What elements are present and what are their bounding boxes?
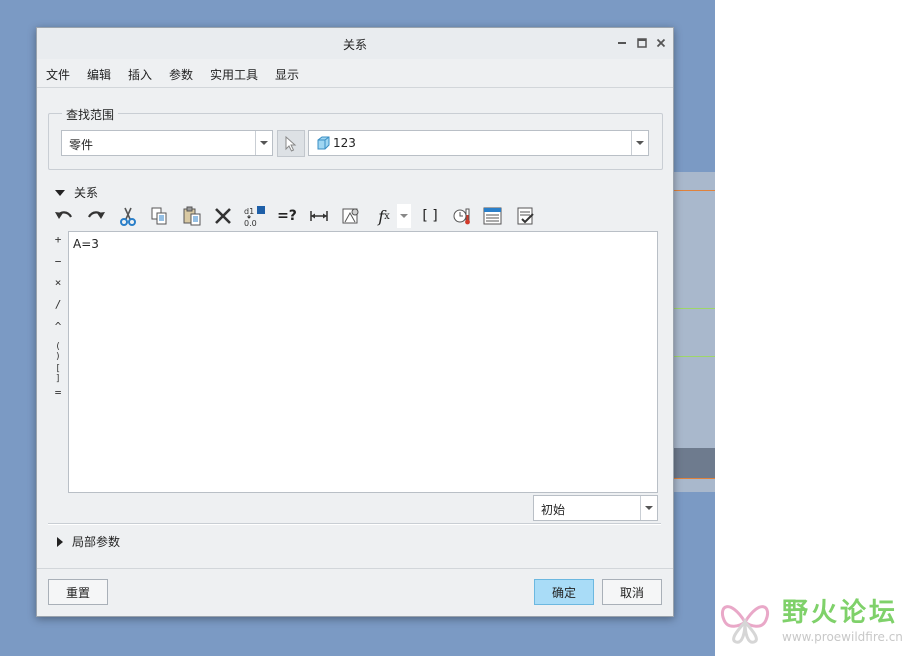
operator-power[interactable]: ^	[51, 320, 65, 333]
local-params-section-toggle[interactable]: 局部参数	[55, 533, 120, 550]
function-dropdown-icon[interactable]	[397, 204, 411, 228]
menu-utilities[interactable]: 实用工具	[210, 66, 258, 83]
minimize-icon[interactable]	[613, 34, 631, 52]
menu-display[interactable]: 显示	[275, 66, 299, 83]
state-select-value: 初始	[541, 503, 566, 517]
chevron-down-icon[interactable]	[640, 496, 657, 520]
dims-top-text: d1	[244, 207, 254, 216]
operator-equals[interactable]: =	[51, 386, 65, 399]
switch-dims-icon[interactable]: d1 0.0	[243, 204, 267, 228]
dialog-title: 关系	[342, 38, 367, 52]
unit-sensitive-icon[interactable]	[450, 204, 474, 228]
relation-line[interactable]: A=3	[73, 237, 99, 251]
operator-brackets[interactable]: [ ]	[51, 364, 65, 384]
chevron-down-icon[interactable]	[631, 131, 648, 155]
select-model-button[interactable]	[277, 130, 305, 157]
fx-sub-label: x	[384, 210, 390, 222]
show-dimension-icon[interactable]	[307, 204, 331, 228]
watermark-url: www.proewildfire.cn	[782, 630, 903, 644]
dims-bottom-text: 0.0	[244, 219, 257, 228]
reset-button[interactable]: 重置	[48, 579, 108, 605]
state-select[interactable]: 初始	[533, 495, 658, 521]
scope-select[interactable]: 零件	[61, 130, 273, 156]
forum-logo-icon	[721, 605, 769, 644]
maximize-icon[interactable]	[633, 34, 651, 52]
relations-section-label: 关系	[74, 186, 99, 200]
cancel-button[interactable]: 取消	[602, 579, 662, 605]
menu-edit[interactable]: 编辑	[87, 66, 111, 83]
desktop-background-right	[715, 0, 922, 656]
menu-parameters[interactable]: 参数	[169, 66, 193, 83]
redo-icon[interactable]	[84, 204, 108, 228]
pointer-arrow-icon	[285, 135, 297, 152]
delete-icon[interactable]	[211, 204, 235, 228]
scope-select-value: 零件	[69, 138, 94, 152]
operator-divide[interactable]: /	[51, 298, 65, 311]
menu-insert[interactable]: 插入	[128, 66, 152, 83]
verify-relations-icon[interactable]	[514, 204, 538, 228]
section-separator	[48, 523, 661, 525]
sort-relations-icon[interactable]	[481, 204, 505, 228]
chevron-down-icon[interactable]	[255, 131, 272, 155]
watermark-title: 野火论坛	[782, 598, 899, 628]
fx-function-button[interactable]: fx	[371, 204, 397, 228]
graphics-window-strip	[672, 172, 715, 492]
menu-bar: 文件 编辑 插入 参数 实用工具 显示	[37, 59, 673, 88]
insert-parameter-bracket-icon[interactable]: [ ]	[418, 204, 442, 228]
evaluate-icon[interactable]: =?	[275, 204, 299, 228]
expand-triangle-icon	[55, 189, 65, 196]
relations-dialog: 关系 文件 编辑 插入 参数 实用工具 显示 查找范围 零件 123 关系 d1…	[36, 27, 674, 617]
undo-icon[interactable]	[52, 204, 76, 228]
model-select[interactable]: 123	[308, 130, 649, 156]
lookup-group-label: 查找范围	[62, 106, 119, 123]
operator-minus[interactable]: −	[51, 255, 65, 268]
relations-editor[interactable]: A=3	[68, 231, 658, 493]
operator-plus[interactable]: +	[51, 233, 65, 246]
local-params-section-label: 局部参数	[72, 535, 121, 549]
part-cube-icon	[317, 136, 330, 150]
menu-file[interactable]: 文件	[46, 66, 70, 83]
model-select-value: 123	[333, 136, 356, 150]
insert-function-icon[interactable]	[339, 204, 363, 228]
close-icon[interactable]	[652, 34, 670, 52]
cut-icon[interactable]	[116, 204, 140, 228]
forum-watermark: 野火论坛 www.proewildfire.cn	[710, 588, 920, 652]
operator-multiply[interactable]: ×	[51, 276, 65, 289]
copy-icon[interactable]	[147, 204, 171, 228]
ok-button[interactable]: 确定	[534, 579, 594, 605]
relations-section-toggle[interactable]: 关系	[55, 184, 98, 201]
collapsed-triangle-icon	[57, 536, 63, 547]
footer-separator	[37, 568, 673, 569]
operator-parentheses[interactable]: ( )	[51, 342, 65, 362]
paste-icon[interactable]	[180, 204, 204, 228]
dialog-titlebar[interactable]: 关系	[37, 28, 673, 59]
